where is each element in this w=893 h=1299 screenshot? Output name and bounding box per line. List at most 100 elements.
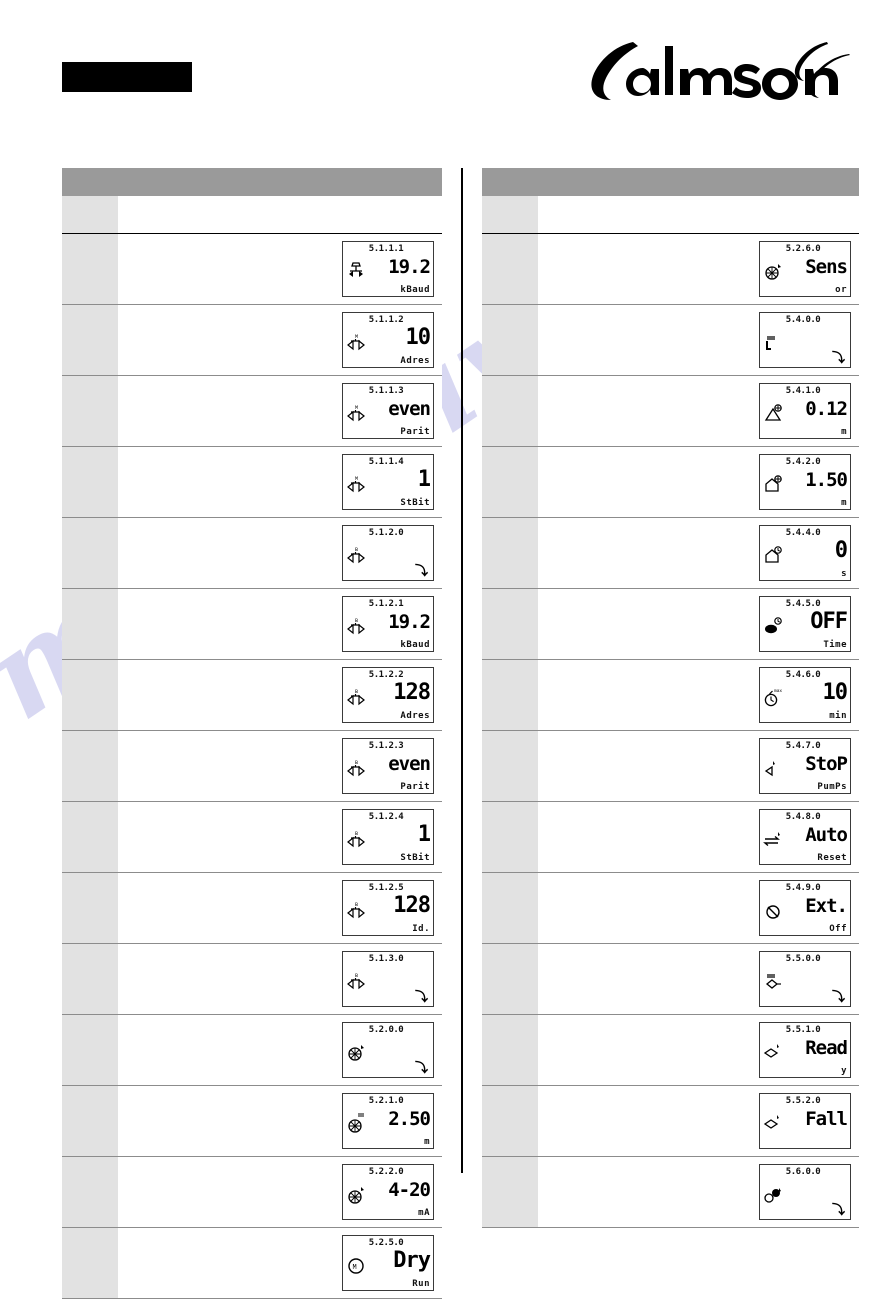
lcd-display: 5.5.2.0 Fall: [759, 1093, 851, 1149]
lcd-unit: Time: [823, 640, 847, 650]
lcd-display: 5.1.1.3 Meven Parit: [342, 383, 434, 439]
description-cell: 5.1.2.1 B 19.2 kBaud: [118, 589, 442, 659]
code-cell: [62, 944, 118, 1014]
code-cell: [482, 376, 538, 446]
lcd-menu-code: 5.2.2.0: [368, 1167, 404, 1177]
sensor-icon: [346, 1041, 366, 1063]
lcd-display: 5.1.2.3 Beven Parit: [342, 738, 434, 794]
table-row: 5.4.9.0 Ext. Off: [482, 873, 859, 944]
description-cell: 5.6.0.0 ⤵: [538, 1157, 859, 1227]
description-cell: 5.1.1.3 Meven Parit: [118, 376, 442, 446]
lcd-unit: m: [424, 1137, 430, 1147]
lcd-value: 19.2: [388, 611, 431, 633]
submenu-arrow-icon: ⤵: [414, 990, 428, 1005]
description-cell: 5.4.6.0 max 10 min: [538, 660, 859, 730]
code-cell: [62, 802, 118, 872]
code-cell: [62, 447, 118, 517]
code-cell: [482, 447, 538, 517]
lcd-unit: min: [829, 711, 847, 721]
lcd-value: 2.50: [388, 1108, 431, 1130]
lcd-value: 4-20: [388, 1179, 431, 1201]
lcd-display: 5.1.2.2 B 128 Adres: [342, 667, 434, 723]
description-cell: 5.1.2.2 B 128 Adres: [118, 660, 442, 730]
lcd-menu-code: 5.4.8.0: [785, 812, 821, 822]
lcd-menu-code: 5.1.2.1: [368, 599, 404, 609]
lcd-display: 5.4.1.0 0.12 m: [759, 383, 851, 439]
lcd-menu-code: 5.1.1.2: [368, 315, 404, 325]
description-cell: 5.1.2.5 B 128 Id.: [118, 873, 442, 943]
relay-config-icon: [763, 970, 783, 992]
lcd-display: 5.4.9.0 Ext. Off: [759, 880, 851, 936]
lcd-display: 5.4.4.0 0 s: [759, 525, 851, 581]
bus-terminator-b-icon: B: [346, 970, 366, 992]
code-cell: [482, 234, 538, 304]
lcd-unit: Run: [412, 1279, 430, 1289]
lcd-unit: or: [835, 285, 847, 295]
table-row: 5.4.0.0 ⤵: [482, 305, 859, 376]
lcd-unit: m: [841, 427, 847, 437]
lcd-unit: kBaud: [400, 640, 430, 650]
table-row: 5.4.1.0 0.12 m: [482, 376, 859, 447]
description-cell: 5.1.2.0 B ⤵: [118, 518, 442, 588]
lcd-unit: Parit: [400, 782, 430, 792]
code-cell: [62, 1086, 118, 1156]
lcd-display: 5.1.1.2 M 10 Adres: [342, 312, 434, 368]
description-cell: 5.4.8.0 Auto Reset: [538, 802, 859, 872]
lcd-display: 5.5.1.0 Read y: [759, 1022, 851, 1078]
table-row: 5.1.2.4 B 1 StBit: [62, 802, 442, 873]
code-cell: [482, 589, 538, 659]
lcd-value: 10: [822, 680, 849, 705]
lcd-display: 5.1.3.0 B ⤵: [342, 951, 434, 1007]
table-row: 5.1.1.4 M 1 StBit: [62, 447, 442, 518]
lcd-unit: PumPs: [817, 782, 847, 792]
code-cell: [482, 873, 538, 943]
lcd-menu-code: 5.1.2.3: [368, 741, 404, 751]
lcd-menu-code: 5.1.1.4: [368, 457, 404, 467]
table-row: 5.6.0.0 ⤵: [482, 1157, 859, 1228]
table-row: 5.4.8.0 Auto Reset: [482, 802, 859, 873]
table-row: 5.2.1.0 2.50 m: [62, 1086, 442, 1157]
salmson-logo: [581, 36, 851, 112]
page-header: [0, 0, 893, 150]
lcd-menu-code: 5.1.2.2: [368, 670, 404, 680]
lcd-menu-code: 5.1.2.0: [368, 528, 404, 538]
description-cell: 5.4.4.0 0 s: [538, 518, 859, 588]
lcd-display: 5.1.1.1 19.2 kBaud: [342, 241, 434, 297]
code-cell: [482, 518, 538, 588]
code-cell: [62, 873, 118, 943]
lcd-menu-code: 5.4.4.0: [785, 528, 821, 538]
lcd-display: 5.1.2.1 B 19.2 kBaud: [342, 596, 434, 652]
lcd-value: 128: [393, 893, 431, 918]
lcd-display: 5.4.5.0 OFF Time: [759, 596, 851, 652]
lcd-unit: Reset: [817, 853, 847, 863]
lcd-display: 5.5.0.0 ⤵: [759, 951, 851, 1007]
description-cell: 5.2.1.0 2.50 m: [118, 1086, 442, 1156]
lcd-menu-code: 5.4.0.0: [785, 315, 821, 325]
submenu-arrow-icon: ⤵: [414, 564, 428, 579]
lcd-display: 5.2.0.0 ⤵: [342, 1022, 434, 1078]
code-cell: [482, 1015, 538, 1085]
lcd-display: 5.4.7.0 StoP PumPs: [759, 738, 851, 794]
svg-text:M: M: [353, 1264, 357, 1272]
lcd-unit: y: [841, 1066, 847, 1076]
code-cell: [62, 731, 118, 801]
lcd-menu-code: 5.1.1.1: [368, 244, 404, 254]
lcd-unit: StBit: [400, 853, 430, 863]
lcd-unit: mA: [418, 1208, 430, 1218]
menu-table-right: 5.2.6.0 Sens or 5.4.0.0 ⤵ 5.4.1.0 0.12 m 5.4.2.0…: [482, 168, 859, 1228]
code-cell: [62, 234, 118, 304]
lcd-unit: m: [841, 498, 847, 508]
description-cell: 5.1.3.0 B ⤵: [118, 944, 442, 1014]
lcd-unit: Off: [829, 924, 847, 934]
lcd-value: OFF: [810, 609, 848, 634]
lcd-display: 5.4.8.0 Auto Reset: [759, 809, 851, 865]
lcd-menu-code: 5.4.2.0: [785, 457, 821, 467]
menu-table-left: 5.1.1.1 19.2 kBaud 5.1.1.2 M 10 Adres 5.1.1.3 Me…: [62, 168, 442, 1299]
code-cell: [482, 1086, 538, 1156]
table-subheader-row: [482, 196, 859, 234]
lcd-unit: Parit: [400, 427, 430, 437]
description-cell: 5.2.5.0 M Dry Run: [118, 1228, 442, 1298]
description-cell: 5.4.5.0 OFF Time: [538, 589, 859, 659]
lcd-unit: Adres: [400, 711, 430, 721]
code-cell: [62, 376, 118, 446]
